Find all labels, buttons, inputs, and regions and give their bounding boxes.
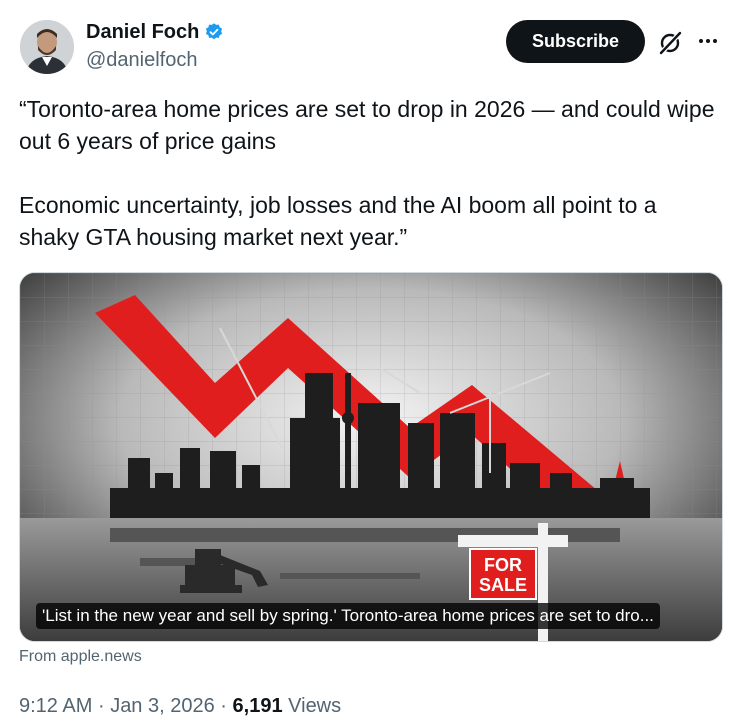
views-count: 6,191 (232, 695, 283, 717)
tweet-paragraph: Economic uncertainty, job losses and the… (19, 192, 657, 250)
subscribe-button[interactable]: Subscribe (506, 20, 645, 63)
grok-icon[interactable] (657, 30, 683, 56)
card-source[interactable]: From apple.news (19, 647, 142, 667)
tweet-date[interactable]: Jan 3, 2026 (110, 695, 215, 717)
meta-separator: · (97, 695, 105, 717)
more-icon[interactable] (696, 29, 720, 53)
sign-text: SALE (479, 575, 527, 595)
card-image: FOR SALE (20, 273, 722, 641)
author-avatar[interactable] (20, 20, 74, 74)
verified-badge-icon (206, 23, 223, 40)
meta-separator: · (220, 695, 227, 717)
author-name-row[interactable]: Daniel Foch (86, 20, 224, 44)
tweet-time[interactable]: 9:12 AM (19, 695, 92, 717)
card-title[interactable]: 'List in the new year and sell by spring… (36, 603, 660, 629)
views-label: Views (288, 695, 342, 717)
tweet-text: “Toronto-area home prices are set to dro… (19, 93, 719, 253)
tweet-paragraph: “Toronto-area home prices are set to dro… (19, 96, 715, 154)
link-card[interactable]: FOR SALE 'List in the new year and sell … (19, 272, 723, 642)
person-avatar-icon (20, 20, 74, 74)
author-handle[interactable]: @danielfoch (86, 48, 197, 72)
sign-text: FOR (484, 555, 522, 575)
tweet-meta: 9:12 AM · Jan 3, 2026 · 6,191 Views (19, 694, 341, 718)
author-display-name[interactable]: Daniel Foch (86, 20, 199, 44)
